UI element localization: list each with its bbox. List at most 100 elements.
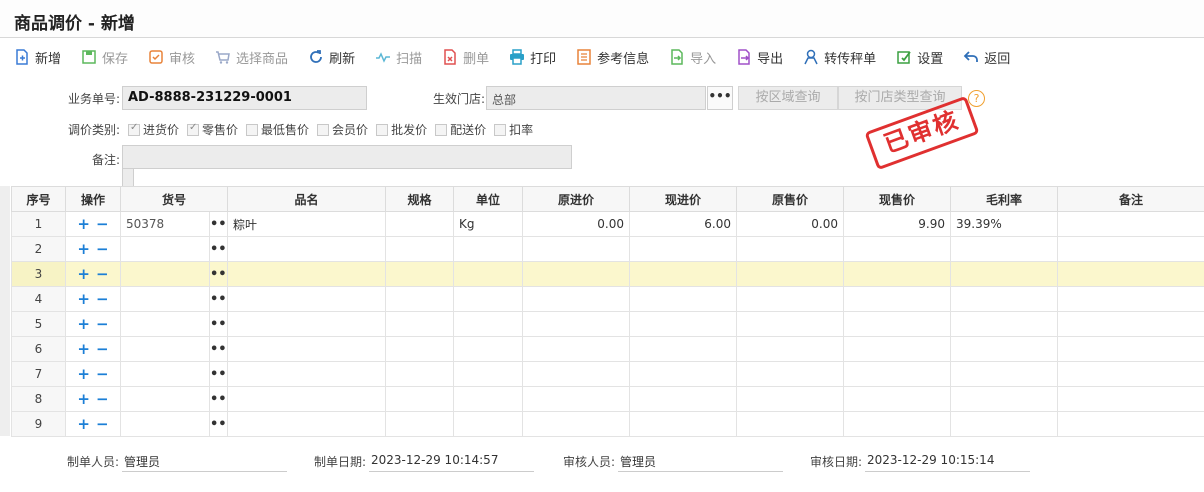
table-cell[interactable]: 0.00: [522, 211, 631, 237]
table-cell[interactable]: [227, 411, 387, 437]
table-cell[interactable]: [843, 261, 952, 287]
item-picker-button[interactable]: •••: [209, 386, 229, 412]
table-cell[interactable]: [950, 261, 1059, 287]
table-cell[interactable]: [843, 311, 952, 337]
add-row-icon[interactable]: +: [77, 290, 90, 308]
help-icon[interactable]: ?: [968, 90, 985, 107]
store-input[interactable]: 总部: [486, 86, 706, 110]
table-cell[interactable]: [629, 261, 738, 287]
toolbar-button-import[interactable]: 导入: [669, 48, 716, 67]
price-type-option[interactable]: 零售价: [187, 121, 238, 138]
table-cell[interactable]: [950, 411, 1059, 437]
column-header[interactable]: 规格: [385, 186, 455, 212]
add-row-icon[interactable]: +: [77, 315, 90, 333]
table-cell[interactable]: [385, 386, 455, 412]
table-row[interactable]: 4+−•••: [11, 286, 1204, 312]
price-type-option[interactable]: 批发价: [376, 121, 427, 138]
toolbar-button-print[interactable]: 打印: [509, 48, 556, 67]
table-cell[interactable]: [950, 336, 1059, 362]
table-cell[interactable]: [1057, 386, 1204, 412]
column-header[interactable]: 现售价: [843, 186, 952, 212]
checkbox[interactable]: [376, 123, 389, 136]
toolbar-button-settings[interactable]: 设置: [896, 48, 943, 67]
item-picker-button[interactable]: •••: [209, 261, 229, 287]
item-picker-button[interactable]: •••: [209, 411, 229, 437]
toolbar-button-back[interactable]: 返回: [963, 48, 1010, 67]
item-picker-button[interactable]: •••: [209, 211, 229, 237]
table-cell[interactable]: [950, 361, 1059, 387]
toolbar-button-export[interactable]: 导出: [736, 48, 783, 67]
toolbar-button-cart[interactable]: 选择商品: [215, 48, 288, 67]
checkbox[interactable]: [246, 123, 259, 136]
table-cell[interactable]: [453, 311, 524, 337]
table-cell[interactable]: [453, 286, 524, 312]
add-row-icon[interactable]: +: [77, 365, 90, 383]
table-cell[interactable]: [736, 261, 845, 287]
add-row-icon[interactable]: +: [77, 415, 90, 433]
table-cell[interactable]: [736, 311, 845, 337]
add-row-icon[interactable]: +: [77, 240, 90, 258]
price-type-option[interactable]: 进货价: [128, 121, 179, 138]
table-cell[interactable]: [385, 236, 455, 262]
item-picker-button[interactable]: •••: [209, 286, 229, 312]
cell-item-code[interactable]: [120, 336, 210, 362]
query-by-region-button[interactable]: 按区域查询: [738, 86, 838, 110]
column-header[interactable]: 操作: [65, 186, 121, 212]
table-cell[interactable]: [950, 286, 1059, 312]
table-cell[interactable]: [629, 336, 738, 362]
table-cell[interactable]: [1057, 336, 1204, 362]
table-cell[interactable]: [227, 361, 387, 387]
table-cell[interactable]: [522, 236, 631, 262]
table-row[interactable]: 9+−•••: [11, 411, 1204, 437]
table-row[interactable]: 3+−•••: [11, 261, 1204, 287]
toolbar-button-save[interactable]: 保存: [81, 48, 128, 67]
remove-row-icon[interactable]: −: [96, 315, 109, 333]
checkbox[interactable]: [435, 123, 448, 136]
table-cell[interactable]: [522, 386, 631, 412]
add-row-icon[interactable]: +: [77, 265, 90, 283]
table-cell[interactable]: [736, 386, 845, 412]
store-picker-button[interactable]: •••: [707, 86, 733, 110]
table-cell[interactable]: [1057, 286, 1204, 312]
table-cell[interactable]: [385, 286, 455, 312]
table-cell[interactable]: [227, 236, 387, 262]
checkbox[interactable]: [494, 123, 507, 136]
item-picker-button[interactable]: •••: [209, 236, 229, 262]
table-cell[interactable]: [1057, 211, 1204, 237]
item-picker-button[interactable]: •••: [209, 311, 229, 337]
table-cell[interactable]: [736, 411, 845, 437]
price-type-option[interactable]: 会员价: [317, 121, 368, 138]
table-row[interactable]: 6+−•••: [11, 336, 1204, 362]
table-row[interactable]: 1+−50378•••粽叶Kg0.006.000.009.9039.39%: [11, 211, 1204, 237]
table-cell[interactable]: 9.90: [843, 211, 952, 237]
column-header[interactable]: 备注: [1057, 186, 1204, 212]
cell-item-code[interactable]: [120, 261, 210, 287]
price-type-option[interactable]: 配送价: [435, 121, 486, 138]
table-cell[interactable]: [385, 411, 455, 437]
table-cell[interactable]: [629, 386, 738, 412]
table-cell[interactable]: [629, 286, 738, 312]
item-picker-button[interactable]: •••: [209, 336, 229, 362]
table-cell[interactable]: [736, 286, 845, 312]
table-cell[interactable]: [1057, 261, 1204, 287]
toolbar-button-new-doc[interactable]: 新增: [14, 48, 61, 67]
remove-row-icon[interactable]: −: [96, 340, 109, 358]
table-cell[interactable]: [385, 261, 455, 287]
column-header[interactable]: 现进价: [629, 186, 738, 212]
table-cell[interactable]: [843, 236, 952, 262]
cell-item-code[interactable]: [120, 286, 210, 312]
column-header[interactable]: 原售价: [736, 186, 845, 212]
column-header[interactable]: 序号: [11, 186, 66, 212]
cell-item-code[interactable]: 50378: [120, 211, 210, 237]
table-cell[interactable]: [1057, 311, 1204, 337]
price-type-option[interactable]: 扣率: [494, 121, 533, 138]
table-cell[interactable]: [843, 361, 952, 387]
table-cell[interactable]: [227, 336, 387, 362]
table-cell[interactable]: [843, 411, 952, 437]
table-cell[interactable]: [843, 286, 952, 312]
column-header[interactable]: 品名: [227, 186, 387, 212]
cell-item-code[interactable]: [120, 411, 210, 437]
table-cell[interactable]: [950, 236, 1059, 262]
table-cell[interactable]: 6.00: [629, 211, 738, 237]
table-cell[interactable]: [629, 236, 738, 262]
